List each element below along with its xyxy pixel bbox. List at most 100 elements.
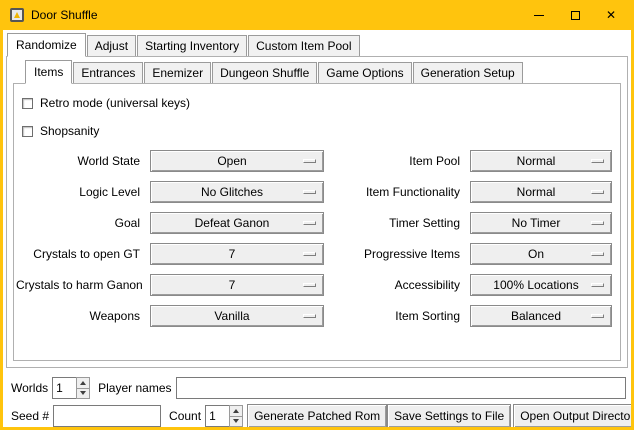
weapons-value: Vanilla (214, 309, 259, 323)
close-button[interactable]: ✕ (593, 0, 629, 30)
inner-tab-bar: Items Entrances Enemizer Dungeon Shuffle… (25, 60, 627, 83)
checkbox-box-icon (22, 98, 33, 109)
timer-setting-label: Timer Setting (334, 216, 460, 230)
worlds-input[interactable] (52, 377, 76, 399)
accessibility-dropdown[interactable]: 100% Locations (470, 274, 612, 296)
dropdown-indicator-icon (303, 314, 316, 318)
dropdown-indicator-icon (303, 283, 316, 287)
worlds-spinner (52, 377, 90, 399)
crystals-harm-ganon-value: 7 (229, 278, 246, 292)
app-icon (9, 7, 25, 23)
arrow-down-icon (80, 391, 86, 395)
maximize-icon (571, 11, 580, 20)
accessibility-label: Accessibility (334, 278, 460, 292)
weapons-label: Weapons (16, 309, 140, 323)
item-sorting-label: Item Sorting (334, 309, 460, 323)
checkbox-box-icon (22, 126, 33, 137)
minimize-button[interactable] (521, 0, 557, 30)
door-shuffle-window: Door Shuffle ✕ Randomize Adjust Starting… (0, 0, 634, 430)
open-output-directory-button[interactable]: Open Output Directory (513, 404, 631, 427)
window-title: Door Shuffle (31, 8, 98, 22)
dropdown-indicator-icon (591, 252, 604, 256)
arrow-up-icon (233, 409, 239, 413)
shopsanity-checkbox[interactable]: Shopsanity (22, 122, 620, 140)
dropdown-indicator-icon (591, 314, 604, 318)
tab-adjust[interactable]: Adjust (87, 35, 136, 56)
logic-level-value: No Glitches (201, 185, 273, 199)
shopsanity-label: Shopsanity (40, 124, 99, 138)
options-form: World State Open Item Pool Normal Logic … (16, 150, 610, 327)
retro-mode-checkbox[interactable]: Retro mode (universal keys) (22, 94, 620, 112)
dropdown-indicator-icon (303, 190, 316, 194)
goal-dropdown[interactable]: Defeat Ganon (150, 212, 324, 234)
worlds-down-button[interactable] (76, 389, 90, 400)
dropdown-indicator-icon (303, 221, 316, 225)
count-label: Count (169, 409, 201, 423)
world-state-label: World State (16, 154, 140, 168)
weapons-dropdown[interactable]: Vanilla (150, 305, 324, 327)
item-sorting-dropdown[interactable]: Balanced (470, 305, 612, 327)
titlebar[interactable]: Door Shuffle ✕ (3, 0, 631, 30)
dropdown-indicator-icon (591, 221, 604, 225)
crystals-open-gt-dropdown[interactable]: 7 (150, 243, 324, 265)
count-input[interactable] (205, 405, 229, 427)
goal-label: Goal (16, 216, 140, 230)
worlds-row: Worlds Player names (3, 377, 631, 399)
count-down-button[interactable] (229, 417, 243, 428)
tab-game-options[interactable]: Game Options (318, 62, 411, 83)
count-spinner (205, 405, 243, 427)
tab-enemizer[interactable]: Enemizer (144, 62, 211, 83)
arrow-up-icon (80, 381, 86, 385)
item-pool-value: Normal (517, 154, 566, 168)
generate-patched-rom-button[interactable]: Generate Patched Rom (247, 404, 387, 427)
logic-level-label: Logic Level (16, 185, 140, 199)
tab-randomize[interactable]: Randomize (7, 33, 86, 57)
item-sorting-value: Balanced (511, 309, 571, 323)
tab-items[interactable]: Items (25, 60, 72, 84)
items-panel: Retro mode (universal keys) Shopsanity W… (13, 83, 621, 361)
worlds-up-button[interactable] (76, 377, 90, 389)
timer-setting-dropdown[interactable]: No Timer (470, 212, 612, 234)
tab-dungeon-shuffle[interactable]: Dungeon Shuffle (212, 62, 317, 83)
goal-value: Defeat Ganon (195, 216, 280, 230)
player-names-input[interactable] (176, 377, 627, 399)
worlds-spinner-arrows (76, 377, 90, 399)
item-functionality-label: Item Functionality (334, 185, 460, 199)
dropdown-indicator-icon (303, 252, 316, 256)
arrow-down-icon (233, 419, 239, 423)
world-state-dropdown[interactable]: Open (150, 150, 324, 172)
client-area: Randomize Adjust Starting Inventory Cust… (3, 30, 631, 427)
count-up-button[interactable] (229, 405, 243, 417)
item-functionality-dropdown[interactable]: Normal (470, 181, 612, 203)
save-settings-button[interactable]: Save Settings to File (387, 404, 511, 427)
crystals-open-gt-value: 7 (229, 247, 246, 261)
close-icon: ✕ (606, 9, 616, 21)
dropdown-indicator-icon (591, 190, 604, 194)
seed-input[interactable] (53, 405, 161, 427)
tab-generation-setup[interactable]: Generation Setup (413, 62, 523, 83)
item-pool-label: Item Pool (334, 154, 460, 168)
dropdown-indicator-icon (591, 283, 604, 287)
count-spinner-arrows (229, 405, 243, 427)
item-pool-dropdown[interactable]: Normal (470, 150, 612, 172)
world-state-value: Open (217, 154, 256, 168)
tab-custom-item-pool[interactable]: Custom Item Pool (248, 35, 359, 56)
player-names-label: Player names (98, 381, 171, 395)
tab-starting-inventory[interactable]: Starting Inventory (137, 35, 247, 56)
timer-setting-value: No Timer (512, 216, 571, 230)
logic-level-dropdown[interactable]: No Glitches (150, 181, 324, 203)
window-controls: ✕ (521, 0, 629, 30)
crystals-harm-ganon-dropdown[interactable]: 7 (150, 274, 324, 296)
progressive-items-dropdown[interactable]: On (470, 243, 612, 265)
crystals-harm-ganon-label: Crystals to harm Ganon (16, 278, 140, 292)
dropdown-indicator-icon (303, 159, 316, 163)
crystals-open-gt-label: Crystals to open GT (16, 247, 140, 261)
seed-row: Seed # Count Generate Patched Rom Save S… (3, 404, 631, 427)
progressive-items-label: Progressive Items (334, 247, 460, 261)
accessibility-value: 100% Locations (493, 278, 588, 292)
tab-entrances[interactable]: Entrances (73, 62, 143, 83)
minimize-icon (534, 15, 544, 16)
bottom-bar: Worlds Player names Seed # Count (3, 368, 631, 427)
maximize-button[interactable] (557, 0, 593, 30)
worlds-label: Worlds (11, 381, 48, 395)
